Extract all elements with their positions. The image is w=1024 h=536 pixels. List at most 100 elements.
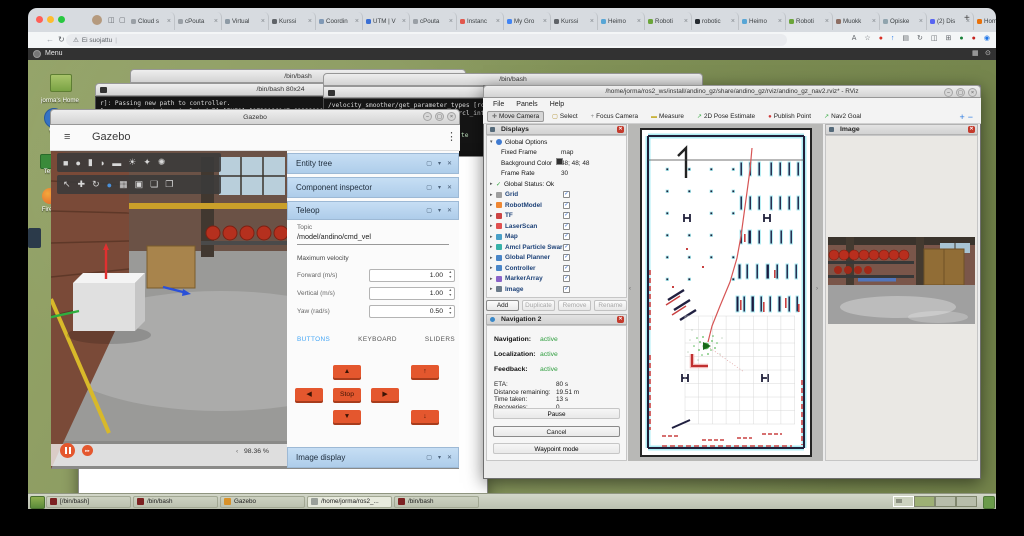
browser-toolbar-icon[interactable]: ● <box>959 35 963 42</box>
display-row[interactable]: ▸ Controller ✓ <box>487 263 626 274</box>
teleop-tab[interactable]: BUTTONS <box>297 336 330 346</box>
display-row[interactable]: ▸ Grid ✓ <box>487 190 626 201</box>
close-icon[interactable]: × <box>447 112 456 121</box>
property-row[interactable]: Fixed Frame map <box>487 148 626 159</box>
displays-button[interactable]: Duplicate <box>522 300 555 311</box>
maximize-icon[interactable]: ▢ <box>956 87 965 97</box>
taskbar-window-button[interactable]: /home/jorma/ros2_... <box>307 495 392 508</box>
display-enabled-checkbox[interactable]: ✓ <box>563 191 570 199</box>
display-row[interactable]: ▸ Global Planner ✓ <box>487 253 626 264</box>
browser-tab[interactable]: Coordin × <box>316 12 363 30</box>
remove-tool-icon[interactable]: − <box>968 112 973 122</box>
property-value[interactable]: map <box>561 149 573 156</box>
tab-close-icon[interactable]: × <box>637 18 641 25</box>
panel-float-icon[interactable]: ▢ <box>426 160 432 167</box>
tab-close-icon[interactable]: × <box>872 18 876 25</box>
property-value[interactable]: 30 <box>561 170 568 177</box>
display-row[interactable]: ▸ MarkerArray ✓ <box>487 274 626 285</box>
rviz-tool-button[interactable]: ▬ Measure <box>646 111 689 122</box>
remote-desktop-viewport[interactable]: Menu ▦ ⊙ jorma's Home VS Te Fire B /bin/… <box>28 48 996 509</box>
panel-close-icon[interactable]: ✕ <box>968 126 975 133</box>
tab-close-icon[interactable]: × <box>731 18 735 25</box>
rviz-tool-button[interactable]: ↗ Nav2 Goal <box>819 111 866 122</box>
entity-tree-panel-header[interactable]: Entity tree ▢ ▾ ✕ <box>287 153 459 174</box>
workspace-1[interactable] <box>893 496 914 507</box>
browser-toolbar-icon[interactable]: ● <box>972 35 976 42</box>
gazebo-tool-icon[interactable]: ✚ <box>78 179 86 190</box>
teleop-tab[interactable]: SLIDERS <box>425 336 455 346</box>
tab-close-icon[interactable]: × <box>167 18 171 25</box>
minimize-icon[interactable]: − <box>944 87 953 97</box>
gazebo-tool-icon[interactable]: ▬ <box>112 158 121 168</box>
workspace-2[interactable] <box>914 496 935 507</box>
tab-close-icon[interactable]: × <box>825 18 829 25</box>
browser-tab[interactable]: Roboti × <box>786 12 833 30</box>
display-row[interactable]: ▸ Map ✓ <box>487 232 626 243</box>
spinner-arrows-icon[interactable]: ▲ ▼ <box>448 288 452 297</box>
spinner-input[interactable]: 1.00 <box>369 269 455 282</box>
nav2-panel-header[interactable]: Navigation 2 ✕ <box>486 314 627 325</box>
taskbar-window-button[interactable]: /bin/bash <box>133 495 218 508</box>
browser-tab[interactable]: cPouta × <box>175 12 222 30</box>
gazebo-tool-icon[interactable]: ↻ <box>92 179 100 190</box>
property-row[interactable]: Frame Rate 30 <box>487 169 626 180</box>
display-enabled-checkbox[interactable]: ✓ <box>563 201 570 209</box>
global-status-row[interactable]: ▸ ✓ Global Status: Ok <box>487 179 626 190</box>
topic-input[interactable]: /model/andino/cmd_vel <box>297 232 449 245</box>
teleop-stop-button[interactable]: Stop <box>333 388 361 401</box>
tab-close-icon[interactable]: × <box>778 18 782 25</box>
rtf-collapse-icon[interactable]: ‹ <box>236 448 238 455</box>
image-panel-header[interactable]: Image ✕ <box>825 124 978 135</box>
panel-indicator-icon[interactable] <box>983 496 995 509</box>
display-enabled-checkbox[interactable]: ✓ <box>563 254 570 262</box>
tab-close-icon[interactable]: × <box>590 18 594 25</box>
gazebo-tool-icon[interactable]: ❏ <box>150 179 158 190</box>
browser-toolbar-icon[interactable]: ▤ <box>902 34 909 42</box>
component-inspector-panel-header[interactable]: Component inspector ▢ ▾ ✕ <box>287 177 459 198</box>
browser-tab[interactable]: Heimo × <box>598 12 645 30</box>
pause-nav-button[interactable]: Pause <box>493 408 620 419</box>
taskbar-window-button[interactable]: /bin/bash <box>394 495 479 508</box>
browser-toolbar-icon[interactable]: ◉ <box>984 34 990 42</box>
browser-tab[interactable]: Cloud s × <box>128 12 175 30</box>
pause-button[interactable] <box>60 443 75 458</box>
browser-tab[interactable]: Kurssi × <box>269 12 316 30</box>
panel-float-icon[interactable]: ▢ <box>426 184 432 191</box>
show-desktop-button[interactable] <box>30 496 45 509</box>
gazebo-tool-icon[interactable]: ↖ <box>63 179 71 190</box>
traffic-close-button[interactable] <box>36 16 43 23</box>
browser-tab[interactable]: Heimo × <box>739 12 786 30</box>
keyboard-indicator-icon[interactable]: ▦ <box>972 48 979 60</box>
rviz-titlebar[interactable]: /home/jorma/ros2_ws/install/andino_gz/sh… <box>483 85 981 98</box>
profile-avatar[interactable] <box>92 15 102 25</box>
display-enabled-checkbox[interactable]: ✓ <box>563 275 570 283</box>
traffic-minimize-button[interactable] <box>47 16 54 23</box>
display-row[interactable]: ▸ Amcl Particle Swarm ✓ <box>487 242 626 253</box>
spinner-input[interactable]: 1.00 <box>369 287 455 300</box>
displays-button[interactable]: Add <box>486 300 519 311</box>
display-enabled-checkbox[interactable]: ✓ <box>563 233 570 241</box>
browser-tab[interactable]: Opiske × <box>880 12 927 30</box>
maximize-icon[interactable]: ▢ <box>435 112 444 121</box>
browser-toolbar-icon[interactable]: ↑ <box>891 35 895 42</box>
browser-toolbar-icon[interactable]: A <box>852 35 857 42</box>
browser-window-icon[interactable]: ▢ <box>119 16 126 24</box>
menu-item[interactable]: Help <box>550 101 564 108</box>
gazebo-tool-icon[interactable]: ▦ <box>119 179 128 190</box>
browser-tab[interactable]: cPouta × <box>410 12 457 30</box>
workspace-4[interactable] <box>956 496 977 507</box>
tab-close-icon[interactable]: × <box>496 18 500 25</box>
tab-close-icon[interactable]: × <box>449 18 453 25</box>
browser-tab[interactable]: robotic × <box>692 12 739 30</box>
rviz-tool-button[interactable]: + Focus Camera <box>586 111 643 122</box>
taskbar-window-button[interactable]: [/bin/bash] <box>46 495 131 508</box>
display-row[interactable]: ▸ TF ✓ <box>487 211 626 222</box>
panel-float-icon[interactable]: ▢ <box>426 207 432 214</box>
distro-menu-icon[interactable] <box>33 50 41 58</box>
tab-close-icon[interactable]: × <box>402 18 406 25</box>
display-enabled-checkbox[interactable]: ✓ <box>563 264 570 272</box>
rviz-tool-button[interactable]: ● Publish Point <box>763 111 816 122</box>
tab-close-icon[interactable]: × <box>308 18 312 25</box>
browser-toolbar-icon[interactable]: ● <box>879 35 883 42</box>
display-enabled-checkbox[interactable]: ✓ <box>563 243 570 251</box>
